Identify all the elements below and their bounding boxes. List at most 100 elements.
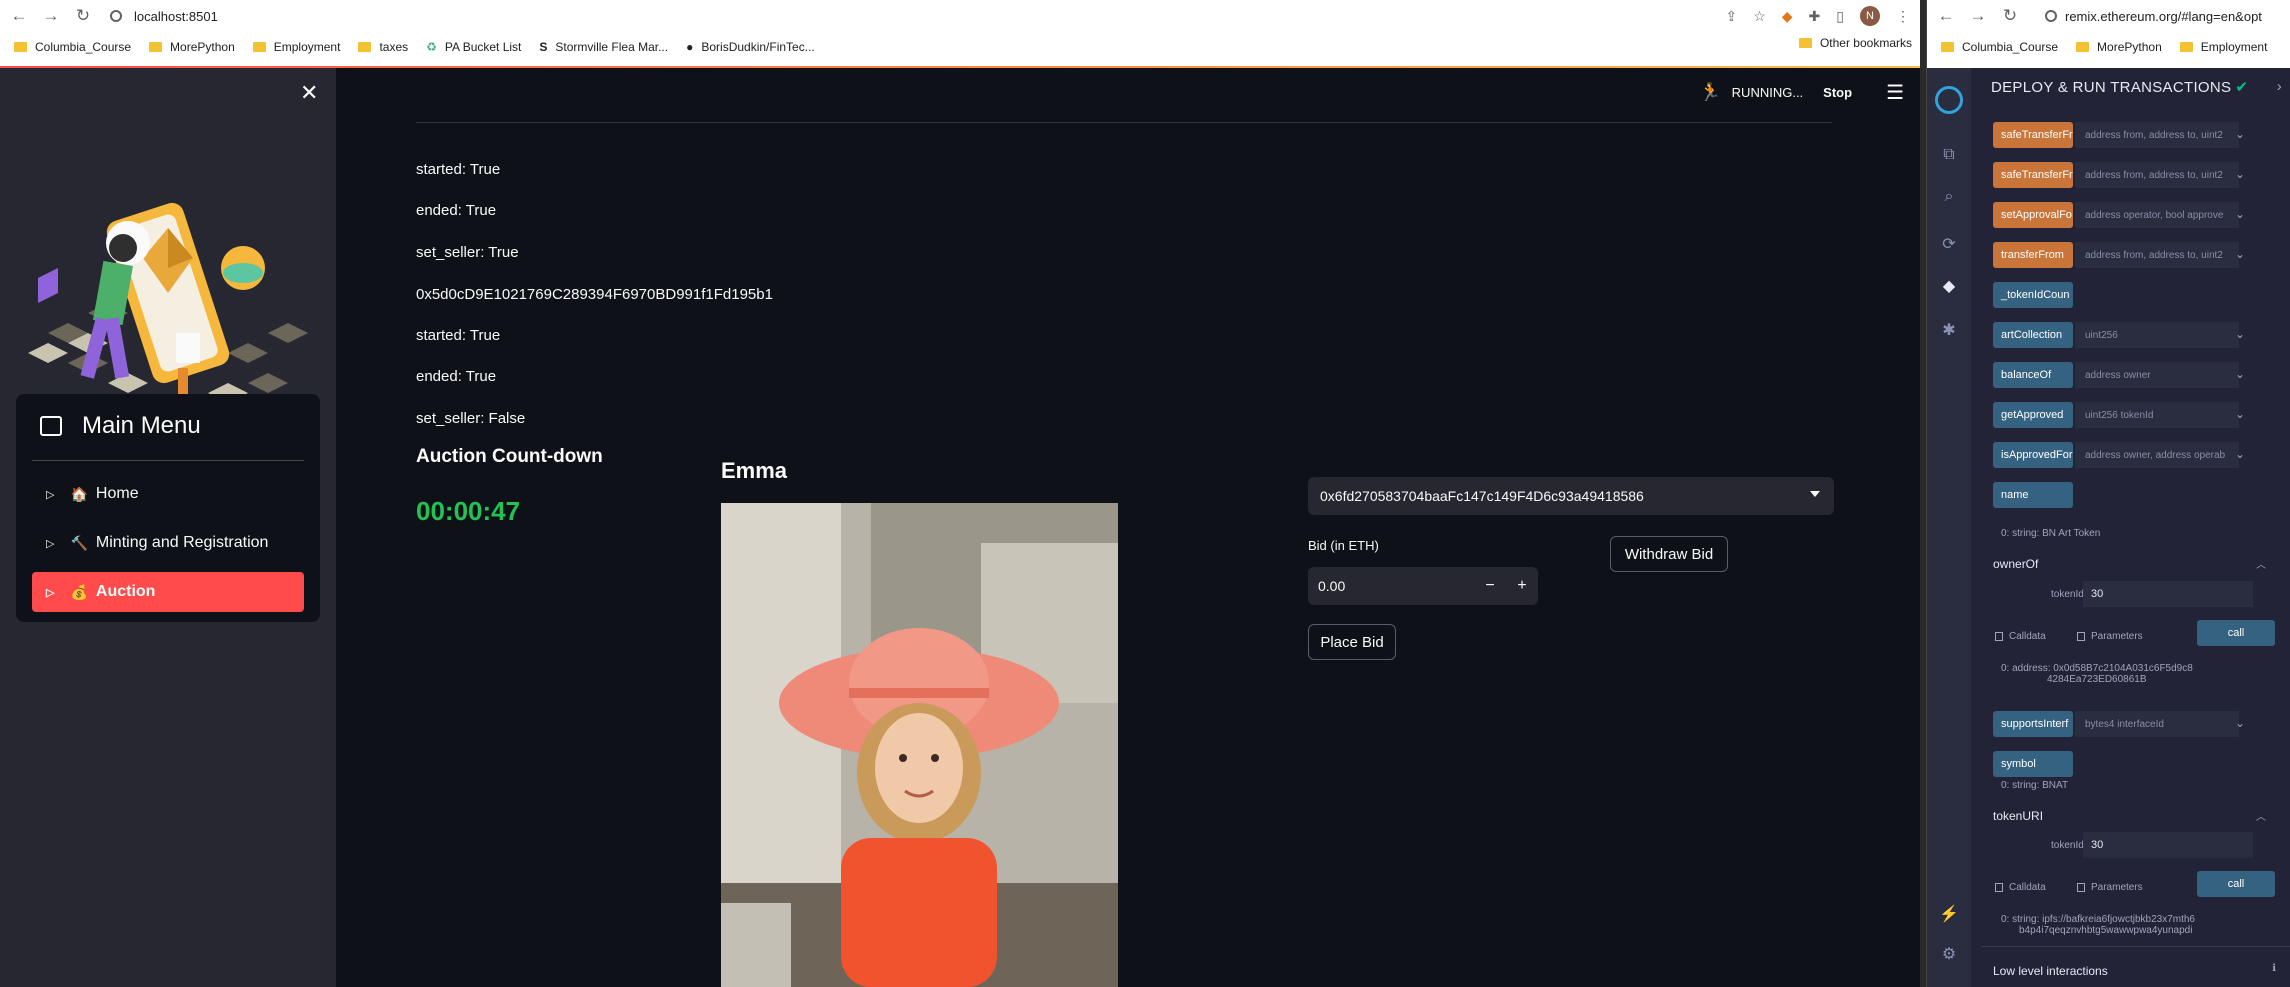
function-params[interactable]: address from, address to, uint2 [2075,162,2239,188]
function-button[interactable]: safeTransferFr [1993,162,2073,188]
kebab-menu-icon[interactable]: ⋮ [1896,8,1910,25]
copy-icon [2077,883,2085,892]
bid-input[interactable]: 0.00 − + [1308,567,1538,605]
github-icon: ● [686,40,694,54]
function-button[interactable]: _tokenIdCoun [1993,282,2073,308]
hamburger-menu-icon[interactable]: ☰ [1886,80,1904,105]
place-bid-button[interactable]: Place Bid [1308,624,1396,660]
bookmark-item[interactable]: Columbia_Course [1941,40,2058,54]
reload-icon[interactable]: ↻ [1997,3,2023,29]
chevron-up-icon[interactable]: ︿ [2256,808,2266,823]
forward-icon[interactable]: → [1965,3,1991,29]
function-button[interactable]: getApproved [1993,402,2073,428]
deploy-icon[interactable]: ◆ [1939,276,1959,296]
function-params[interactable]: bytes4 interfaceId [2075,711,2239,737]
plugin-manager-icon[interactable]: ⚡ [1939,904,1959,924]
search-icon[interactable]: ⌕ [1939,188,1959,208]
chevron-down-icon[interactable]: ⌄ [2235,127,2245,141]
call-button[interactable]: call [2197,871,2275,897]
low-level-interactions: Low level interactions [1993,964,2108,978]
bookmark-item[interactable]: MorePython [2076,40,2162,54]
debugger-icon[interactable]: ✱ [1939,320,1959,340]
bookmark-item[interactable]: Employment [252,40,340,54]
parameters-button[interactable]: Parameters [2077,631,2143,642]
stop-button[interactable]: Stop [1823,85,1852,100]
remix-logo-icon[interactable] [1935,86,1963,114]
function-button[interactable]: setApprovalFo [1993,202,2073,228]
menu-item-auction[interactable]: ▷ 💰 Auction [32,572,304,612]
account-select[interactable]: 0x6fd270583704baaFc147c149F4D6c93a494185… [1308,477,1834,515]
file-explorer-icon[interactable]: ⧉ [1939,146,1959,166]
triangle-right-icon: ▷ [46,586,55,599]
deploy-run-panel: DEPLOY & RUN TRANSACTIONS ✔ › safeTransfe… [1971,68,2290,987]
chevron-down-icon[interactable]: ⌄ [2235,407,2245,421]
address-bar[interactable]: localhost:8501 [110,5,218,27]
bookmark-item[interactable]: Columbia_Course [14,40,131,54]
settings-gear-icon[interactable]: ⚙ [1939,944,1959,964]
menu-item-minting[interactable]: ▷ 🔨 Minting and Registration [32,523,304,563]
function-params[interactable]: uint256 [2075,322,2239,348]
close-sidebar-icon[interactable]: ✕ [300,80,318,106]
bookmark-item[interactable]: MorePython [149,40,235,54]
function-button[interactable]: symbol [1993,751,2073,777]
menu-item-label: Auction [95,583,156,600]
chevron-down-icon[interactable]: ⌄ [2235,207,2245,221]
sidebar: ✕ Main Menu ▷ 🏠 Home ▷ 🔨 Minting and Reg… [0,68,336,987]
chevron-right-icon[interactable]: › [2277,78,2282,95]
chevron-up-icon[interactable]: ︿ [2256,556,2266,571]
bookmark-item[interactable]: ● BorisDudkin/FinTec... [686,40,815,54]
remix-icon-bar: ⧉ ⌕ ⟳ ◆ ✱ ⚡ ⚙ [1927,68,1971,987]
forward-icon[interactable]: → [38,3,64,29]
function-button[interactable]: transferFrom [1993,242,2073,268]
bookmark-item[interactable]: S Stormville Flea Mar... [539,40,668,54]
call-button[interactable]: call [2197,620,2275,646]
share-icon[interactable]: ⇪ [1725,8,1737,25]
increment-button[interactable]: + [1506,567,1538,605]
back-icon[interactable]: ← [6,3,32,29]
bookmark-item[interactable]: ♻ PA Bucket List [426,40,521,54]
address-bar[interactable]: remix.ethereum.org/#lang=en&opt [2045,5,2262,27]
avatar[interactable]: N [1860,6,1880,26]
chevron-down-icon[interactable]: ⌄ [2235,367,2245,381]
calldata-button[interactable]: Calldata [1995,882,2046,893]
function-row: transferFrom address from, address to, u… [1993,242,2245,268]
chevron-down-icon[interactable]: ⌄ [2235,167,2245,181]
bookmark-item[interactable]: taxes [358,40,408,54]
reload-icon[interactable]: ↻ [70,3,96,29]
function-button[interactable]: isApprovedFor [1993,442,2073,468]
function-button[interactable]: supportsInterf [1993,711,2073,737]
other-bookmarks[interactable]: Other bookmarks [1798,36,1912,50]
parameters-button[interactable]: Parameters [2077,882,2143,893]
chevron-down-icon[interactable]: ⌄ [2235,447,2245,461]
function-params[interactable]: uint256 tokenId [2075,402,2239,428]
function-button[interactable]: balanceOf [1993,362,2073,388]
metamask-icon[interactable]: ◆ [1782,8,1793,25]
function-row: name [1993,482,2239,508]
bookmark-star-icon[interactable]: ☆ [1753,8,1766,25]
sidepanel-icon[interactable]: ▯ [1836,8,1844,25]
decrement-button[interactable]: − [1474,567,1506,605]
extensions-icon[interactable]: ✚ [1809,8,1821,25]
chevron-down-icon[interactable]: ⌄ [2235,327,2245,341]
function-params[interactable]: address owner [2075,362,2239,388]
function-button[interactable]: name [1993,482,2073,508]
chevron-down-icon[interactable]: ⌄ [2235,247,2245,261]
chevron-down-icon[interactable]: ⌄ [2235,716,2245,730]
withdraw-bid-button[interactable]: Withdraw Bid [1610,536,1728,572]
function-button[interactable]: artCollection [1993,322,2073,348]
tokenid-input[interactable]: 30 [2083,581,2253,607]
compiler-icon[interactable]: ⟳ [1939,234,1959,254]
function-params[interactable]: address operator, bool approve [2075,202,2239,228]
info-icon[interactable]: ℹ [2272,963,2276,974]
bookmark-item[interactable]: Employment [2179,40,2267,54]
site-info-icon[interactable] [110,10,122,22]
status-line: started: True [416,161,501,178]
calldata-button[interactable]: Calldata [1995,631,2046,642]
menu-item-home[interactable]: ▷ 🏠 Home [32,474,304,514]
function-params[interactable]: address from, address to, uint2 [2075,242,2239,268]
function-button[interactable]: safeTransferFr [1993,122,2073,148]
function-params[interactable]: address owner, address operab [2075,442,2239,468]
back-icon[interactable]: ← [1933,3,1959,29]
tokenid-input[interactable]: 30 [2083,832,2253,858]
function-params[interactable]: address from, address to, uint2 [2075,122,2239,148]
